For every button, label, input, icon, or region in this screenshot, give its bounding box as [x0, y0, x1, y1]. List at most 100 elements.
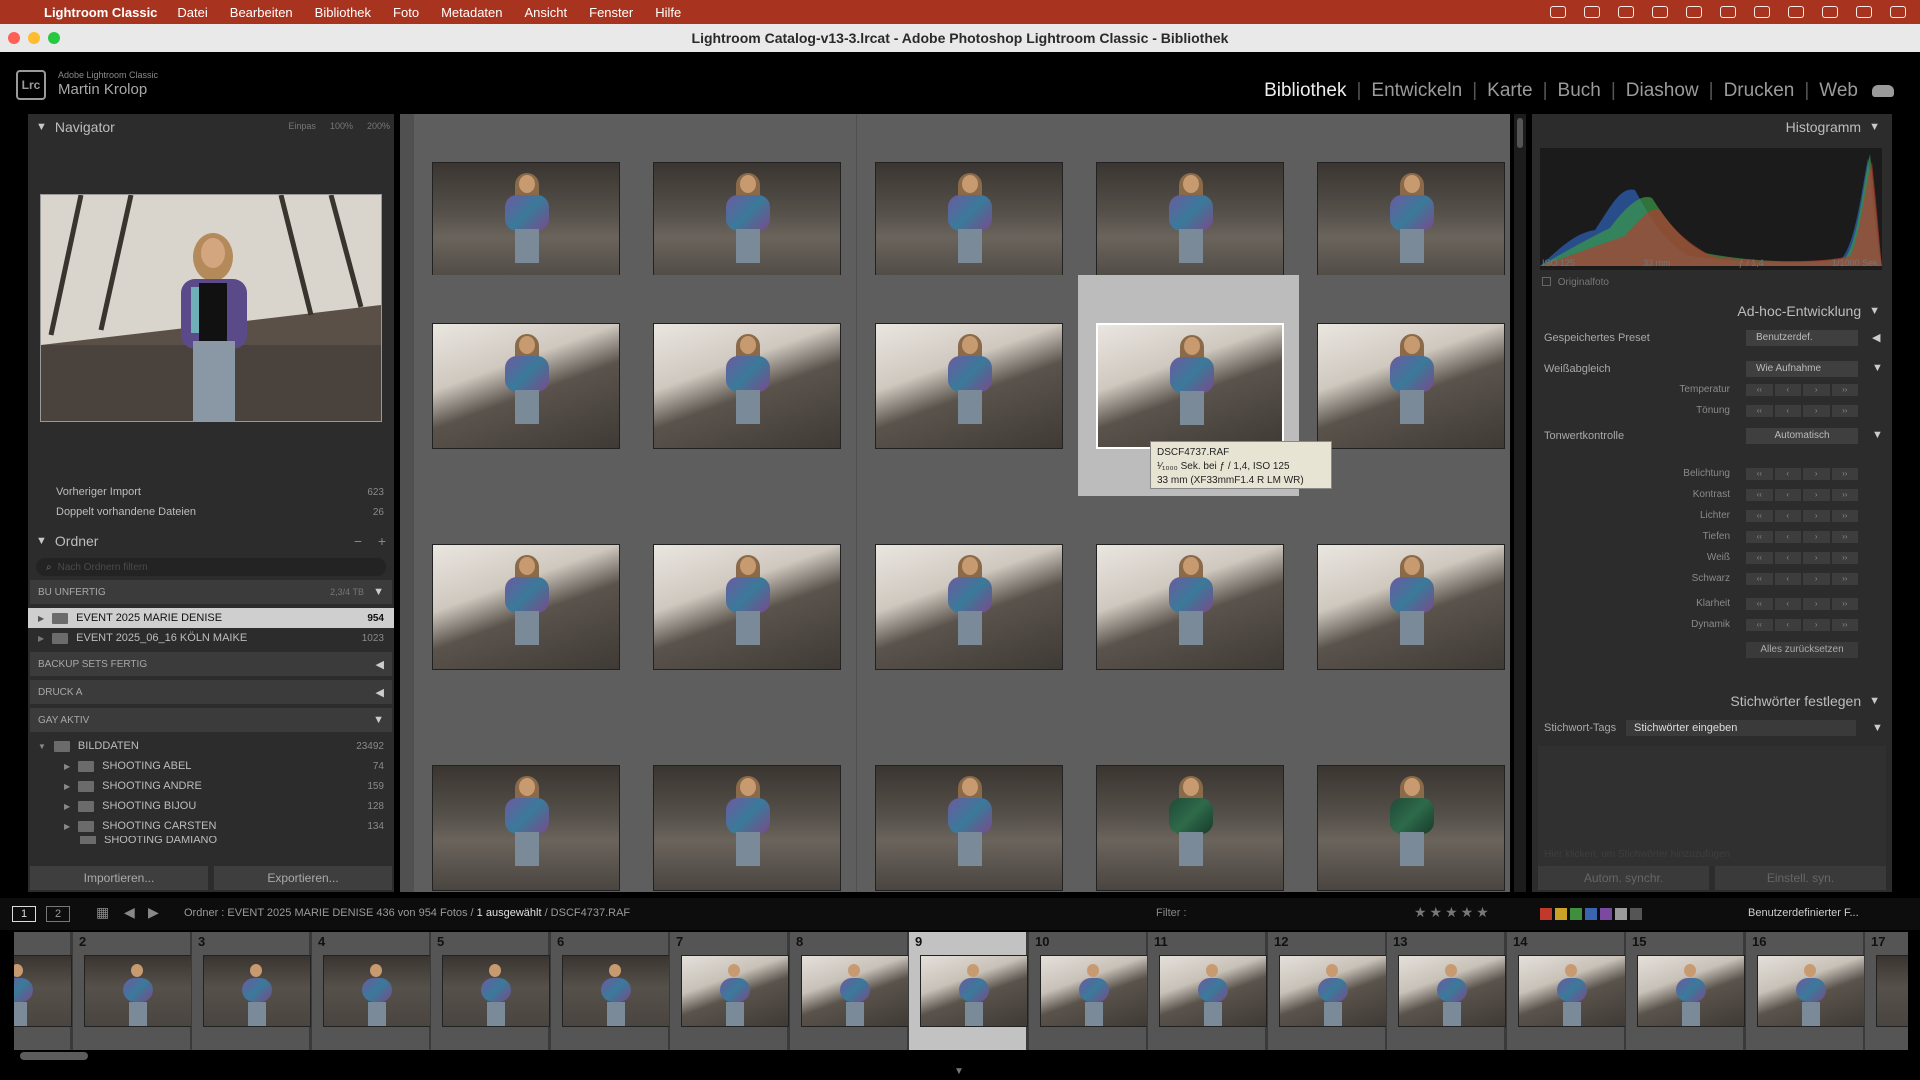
tint-stepper[interactable]: ‹‹ ‹ › ››	[1746, 405, 1858, 417]
step-button[interactable]: ››	[1831, 552, 1858, 564]
menu-datei[interactable]: Datei	[177, 5, 207, 20]
step-button[interactable]: ››	[1831, 405, 1858, 417]
disclosure-icon[interactable]: ▶	[64, 782, 70, 791]
photo-thumbnail[interactable]	[1317, 162, 1505, 288]
import-button[interactable]: Importieren...	[30, 866, 208, 890]
battery-icon[interactable]	[1720, 6, 1736, 18]
step-button[interactable]: ‹‹	[1746, 405, 1773, 417]
zoom-100[interactable]: 100%	[330, 121, 353, 131]
module-bibliothek[interactable]: Bibliothek	[1264, 80, 1346, 102]
grid-scrollbar[interactable]	[1514, 114, 1526, 892]
photo-thumbnail[interactable]	[653, 765, 841, 891]
filmstrip-thumbnail[interactable]	[1159, 955, 1267, 1027]
filmstrip-thumbnail[interactable]	[84, 955, 192, 1027]
saved-preset-select[interactable]: Benutzerdef.	[1746, 330, 1858, 346]
step-button[interactable]: ‹	[1774, 384, 1801, 396]
white-balance-select[interactable]: Wie Aufnahme	[1746, 361, 1858, 377]
grid-cell[interactable]	[857, 114, 1078, 288]
module-diashow[interactable]: Diashow	[1626, 80, 1699, 102]
plus-icon[interactable]: +	[378, 533, 386, 549]
filmstrip-cell[interactable]: 8	[789, 932, 909, 1050]
color-label-swatch[interactable]	[1570, 908, 1582, 920]
grid-cell[interactable]	[635, 275, 856, 496]
step-button[interactable]: ‹‹	[1746, 598, 1773, 610]
filmstrip-cell[interactable]: 10	[1028, 932, 1148, 1050]
filmstrip-thumbnail[interactable]	[920, 955, 1028, 1027]
photo-thumbnail[interactable]	[432, 544, 620, 670]
close-window-button[interactable]	[8, 32, 20, 44]
expand-arrow-icon[interactable]: ▼	[1872, 722, 1883, 734]
grid-cell[interactable]	[635, 717, 856, 892]
filmstrip-thumbnail[interactable]	[1518, 955, 1626, 1027]
module-karte[interactable]: Karte	[1487, 80, 1532, 102]
volume-druck-a[interactable]: DRUCK A ◀	[30, 680, 392, 704]
wifi-icon[interactable]	[1754, 6, 1770, 18]
step-button[interactable]: ‹	[1774, 619, 1801, 631]
menu-hilfe[interactable]: Hilfe	[655, 5, 681, 20]
filmstrip-toggle-icon[interactable]: ▼	[954, 1066, 964, 1077]
custom-filter-select[interactable]: Benutzerdefinierter F...	[1748, 907, 1859, 919]
siri-icon[interactable]	[1856, 6, 1872, 18]
filmstrip-cell[interactable]: 7	[669, 932, 789, 1050]
step-button[interactable]: ›	[1803, 619, 1830, 631]
grid-cell[interactable]	[635, 114, 856, 288]
photo-thumbnail[interactable]	[653, 323, 841, 449]
step-button[interactable]: ›	[1803, 598, 1830, 610]
collapse-arrow-icon[interactable]: ◀	[376, 658, 384, 671]
step-button[interactable]: ‹	[1774, 573, 1801, 585]
collapse-arrow-icon[interactable]: ◀	[376, 686, 384, 699]
step-button[interactable]: ‹	[1774, 531, 1801, 543]
minus-icon[interactable]: −	[354, 533, 362, 549]
disclosure-icon[interactable]: ▼	[38, 742, 46, 751]
filmstrip-cell[interactable]: 6	[550, 932, 670, 1050]
menu-ansicht[interactable]: Ansicht	[525, 5, 568, 20]
volume-gay-aktiv[interactable]: GAY AKTIV ▼	[30, 708, 392, 732]
folder-row-bilddaten[interactable]: ▼ BILDDATEN 23492	[28, 736, 394, 756]
minimize-window-button[interactable]	[28, 32, 40, 44]
module-drucken[interactable]: Drucken	[1724, 80, 1795, 102]
filmstrip-thumbnail[interactable]	[801, 955, 909, 1027]
clock-icon[interactable]	[1890, 6, 1906, 18]
filmstrip-thumbnail[interactable]	[681, 955, 789, 1027]
tone-stepper[interactable]: ‹‹ ‹ › ››	[1746, 573, 1858, 585]
filmstrip-thumbnail[interactable]	[562, 955, 670, 1027]
menu-bibliothek[interactable]: Bibliothek	[315, 5, 371, 20]
step-button[interactable]: ››	[1831, 489, 1858, 501]
photo-thumbnail[interactable]	[1096, 544, 1284, 670]
zoom-200[interactable]: 200%	[367, 121, 390, 131]
grid-cell[interactable]	[414, 114, 635, 288]
filmstrip-thumbnail[interactable]	[203, 955, 311, 1027]
expand-arrow-icon[interactable]: ▼	[1872, 362, 1883, 374]
back-arrow-icon[interactable]: ◀	[124, 904, 135, 921]
scroll-thumb[interactable]	[1517, 118, 1523, 148]
folders-header[interactable]: ▼ Ordner − +	[28, 528, 394, 554]
filmstrip-thumbnail[interactable]	[1279, 955, 1387, 1027]
photo-thumbnail[interactable]	[1317, 323, 1505, 449]
folder-row-shooting-abel[interactable]: ▶ SHOOTING ABEL 74	[28, 756, 394, 776]
step-button[interactable]: ‹	[1774, 489, 1801, 501]
filmstrip-thumbnail[interactable]	[1757, 955, 1865, 1027]
photo-thumbnail[interactable]	[1317, 544, 1505, 670]
tone-stepper[interactable]: ‹‹ ‹ › ››	[1746, 468, 1858, 480]
grid-cell[interactable]	[1299, 496, 1510, 717]
photo-thumbnail[interactable]	[875, 765, 1063, 891]
grid-cell[interactable]	[1299, 717, 1510, 892]
collapse-triangle-icon[interactable]: ▼	[1869, 305, 1880, 317]
filmstrip-cell[interactable]: 16	[1745, 932, 1865, 1050]
grid-cell[interactable]	[635, 496, 856, 717]
menu-foto[interactable]: Foto	[393, 5, 419, 20]
color-label-swatch[interactable]	[1630, 908, 1642, 920]
color-label-swatch[interactable]	[1540, 908, 1552, 920]
step-button[interactable]: ‹	[1774, 405, 1801, 417]
step-button[interactable]: ‹‹	[1746, 510, 1773, 522]
filmstrip-cell[interactable]: 17	[1864, 932, 1908, 1050]
source-breadcrumb[interactable]: Ordner : EVENT 2025 MARIE DENISE 436 von…	[184, 907, 630, 919]
cloud-sync-icon[interactable]	[1872, 85, 1894, 97]
grid-cell[interactable]	[414, 496, 635, 717]
filmstrip-cell[interactable]	[14, 932, 72, 1050]
filmstrip-thumbnail[interactable]	[14, 955, 72, 1027]
menu-bearbeiten[interactable]: Bearbeiten	[230, 5, 293, 20]
expand-arrow-icon[interactable]: ▼	[373, 586, 384, 598]
tone-stepper[interactable]: ‹‹ ‹ › ››	[1746, 531, 1858, 543]
folder-row-shooting-damiano[interactable]: SHOOTING DAMIANO	[28, 836, 394, 844]
